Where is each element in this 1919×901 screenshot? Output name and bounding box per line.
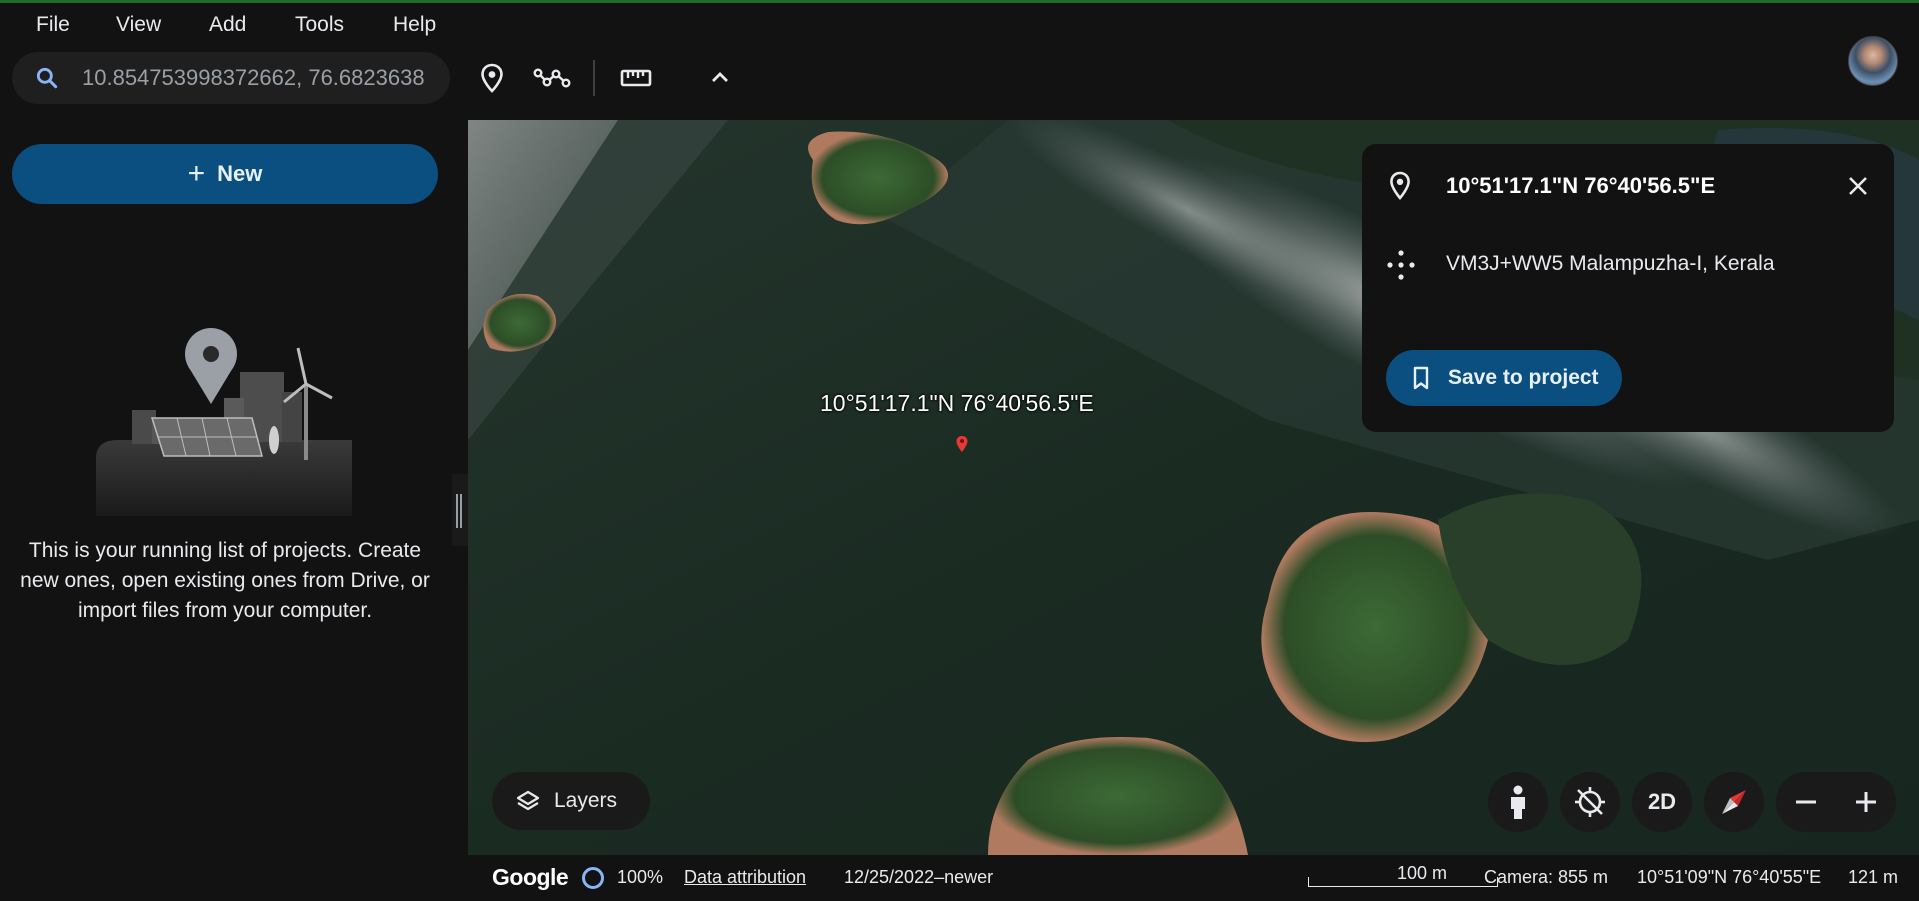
plus-icon: + [187, 157, 206, 190]
menu-tools[interactable]: Tools [295, 13, 344, 37]
menu-help[interactable]: Help [393, 13, 436, 37]
new-project-button[interactable]: + New [12, 144, 438, 204]
plus-code-address: VM3J+WW5 Malampuzha-I, Kerala [1446, 252, 1775, 275]
menu-bar: File View Add Tools Help [0, 3, 1919, 47]
scale-bar [1308, 877, 1498, 887]
empty-projects-message: This is your running list of projects. C… [20, 539, 430, 622]
projects-illustration [96, 328, 352, 516]
pegman-icon [1511, 785, 1525, 819]
my-location-button[interactable] [1560, 772, 1620, 832]
measure-button[interactable] [616, 58, 656, 98]
add-placemark-button[interactable] [472, 58, 512, 98]
location-off-icon [1575, 787, 1605, 817]
search-icon [36, 67, 58, 89]
zoom-in-button[interactable] [1836, 772, 1896, 832]
google-logo: Google [492, 864, 569, 890]
minus-icon [1796, 800, 1816, 804]
elevation: 121 m [1848, 867, 1899, 887]
plus-code-icon [1387, 250, 1415, 280]
projects-sidebar: + New This is your running list of proje… [0, 120, 466, 901]
imagery-date: 12/25/2022–newer [844, 867, 994, 887]
layers-button[interactable]: Layers [492, 772, 650, 830]
zoom-controls [1776, 772, 1896, 832]
toolbar-divider [593, 60, 595, 96]
camera-altitude: Camera: 855 m [1484, 867, 1609, 887]
toggle-2d-button[interactable]: 2D [1632, 772, 1692, 832]
location-pin-icon [1390, 171, 1410, 201]
location-info-card: 10°51'17.1"N 76°40'56.5"E VM3J+WW5 Malam… [1362, 144, 1894, 432]
search-bar[interactable] [12, 52, 450, 104]
zoom-out-button[interactable] [1776, 772, 1836, 832]
search-input[interactable] [82, 52, 442, 104]
plus-icon [1856, 792, 1876, 812]
layers-label: Layers [554, 789, 618, 812]
menu-file[interactable]: File [36, 13, 70, 37]
drag-grip-icon[interactable] [456, 494, 462, 528]
cursor-coordinates: 10°51'09"N 76°40'55"E [1637, 867, 1822, 887]
close-icon[interactable] [1840, 168, 1876, 204]
status-bar: Google 100% Data attribution 12/25/2022–… [468, 855, 1919, 901]
compass-icon [1722, 790, 1746, 814]
menu-view[interactable]: View [116, 13, 161, 37]
placemark-label: 10°51'17.1"N 76°40'56.5"E [820, 390, 1094, 416]
avatar[interactable] [1848, 36, 1898, 86]
layers-icon [516, 790, 540, 811]
new-button-label: New [217, 161, 263, 186]
save-button-label: Save to project [1448, 366, 1599, 389]
ruler-icon [620, 69, 652, 87]
loading-ring-icon [582, 867, 604, 889]
red-pin-icon[interactable] [956, 436, 968, 452]
data-attribution-link[interactable]: Data attribution [684, 867, 806, 888]
placemark-icon [481, 63, 503, 93]
menu-add[interactable]: Add [209, 13, 246, 37]
bookmark-icon [1413, 366, 1429, 390]
draw-path-button[interactable] [532, 58, 572, 98]
save-to-project-button[interactable]: Save to project [1386, 350, 1622, 406]
collapse-toolbar-button[interactable] [700, 58, 740, 98]
chevron-up-icon [712, 72, 728, 82]
pegman-button[interactable] [1488, 772, 1548, 832]
compass-button[interactable] [1704, 772, 1764, 832]
location-title: 10°51'17.1"N 76°40'56.5"E [1446, 173, 1716, 198]
load-percent: 100% [617, 867, 664, 887]
path-icon [533, 68, 571, 88]
